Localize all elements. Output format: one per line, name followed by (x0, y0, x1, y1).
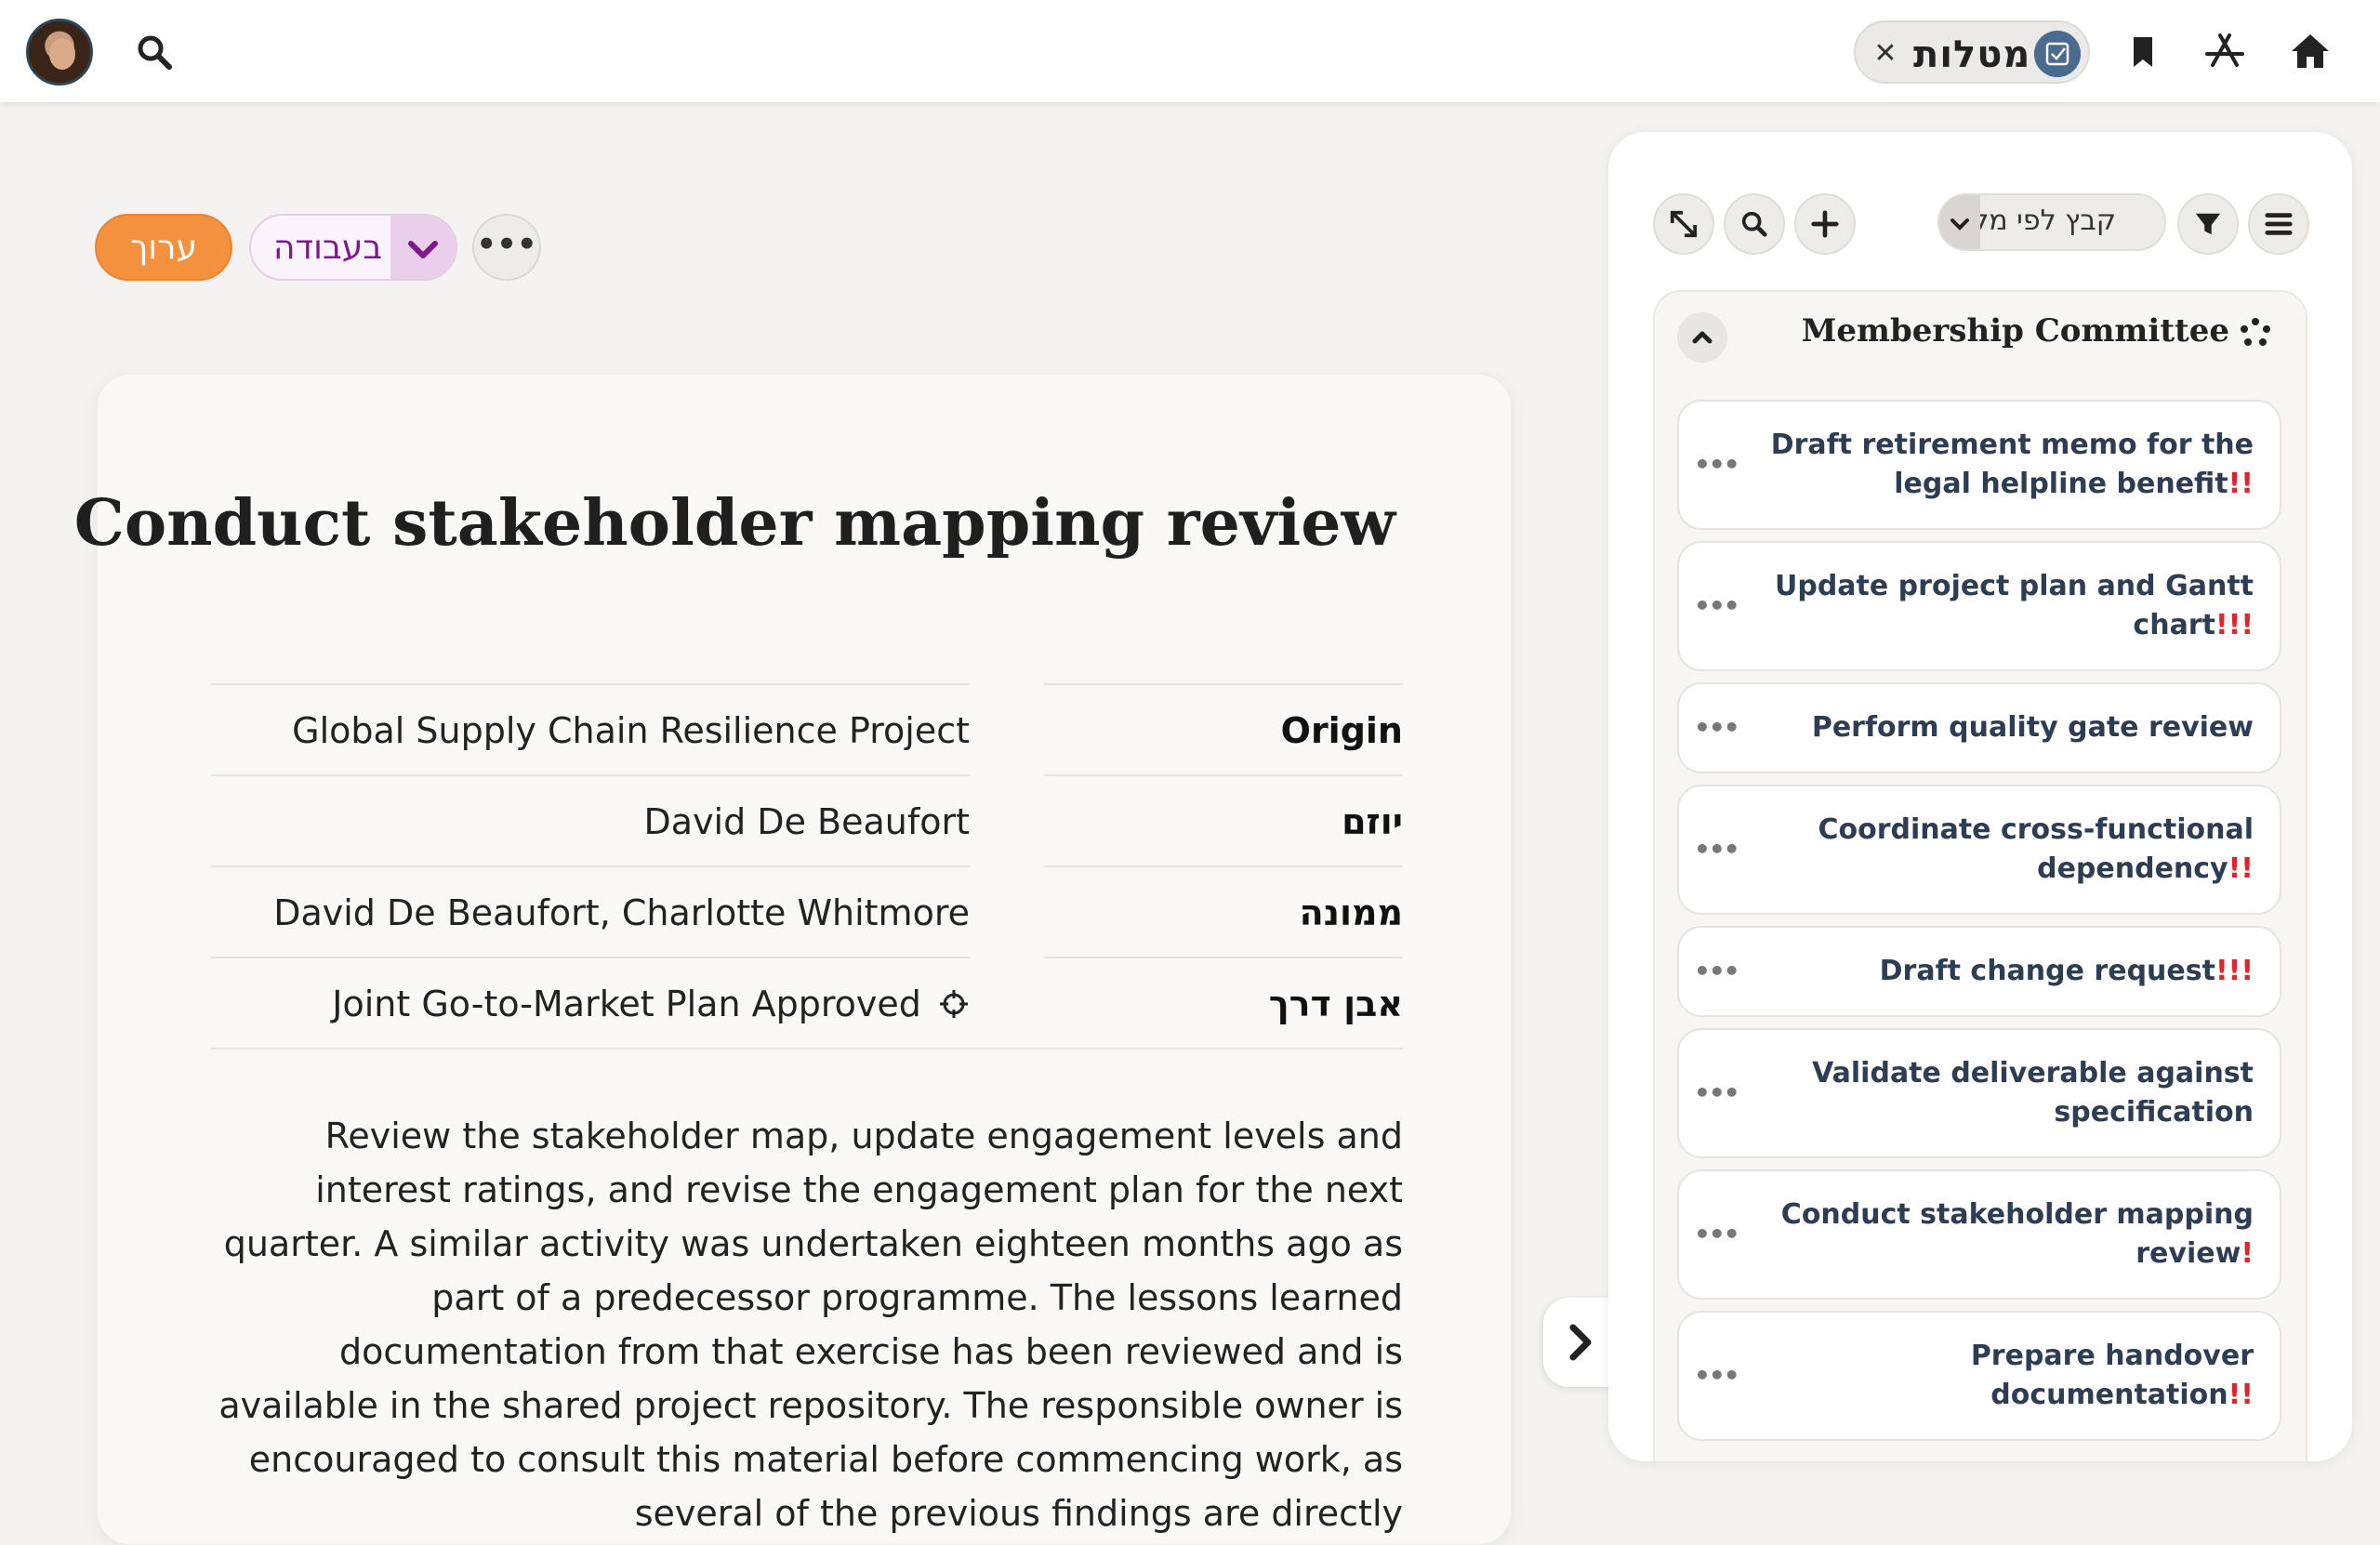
field-value[interactable]: David De Beaufort (211, 774, 970, 865)
more-icon[interactable]: ••• (1694, 1221, 1740, 1248)
more-icon[interactable]: ••• (1694, 1363, 1740, 1389)
plus-icon[interactable] (1794, 193, 1856, 255)
chevron-right-icon (1569, 1324, 1592, 1361)
checkbox-icon (2034, 31, 2081, 77)
more-icon[interactable]: ••• (1694, 958, 1740, 984)
task-list-item[interactable]: ••• Draft change request!!! (1677, 926, 2281, 1017)
task-item-title: Coordinate cross-functional dependency (1818, 813, 2254, 885)
field-value[interactable]: Global Supply Chain Resilience Project (211, 683, 970, 774)
chevron-up-icon[interactable] (1677, 312, 1727, 363)
task-description: Review the stakeholder map, update engag… (218, 1116, 1403, 1534)
task-list-item[interactable]: ••• Perform quality gate review (1677, 682, 2281, 773)
task-item-title: Conduct stakeholder mapping review (1780, 1198, 2254, 1270)
bookmark-icon[interactable] (2120, 28, 2166, 74)
home-icon[interactable] (2287, 28, 2334, 74)
field-value[interactable]: David De Beaufort, Charlotte Whitmore (211, 865, 970, 957)
task-item-title: Validate deliverable against specificati… (1812, 1057, 2254, 1129)
task-detail-card: Conduct stakeholder mapping review Globa… (74, 374, 1512, 1545)
task-item-title: Prepare handover documentation (1970, 1340, 2254, 1411)
field-label: אבן דרך (1044, 957, 1403, 1048)
task-group: Membership Committee ••• Draft retiremen… (1653, 290, 2307, 1461)
task-item-label: Coordinate cross-functional dependency!! (1752, 811, 2254, 889)
status-dropdown-toggle[interactable] (390, 216, 456, 279)
side-panel-toggle[interactable] (1543, 1298, 1618, 1387)
task-list-item[interactable]: ••• Update project plan and Gantt chart!… (1677, 541, 2281, 671)
task-list-item[interactable]: ••• Validate deliverable against specifi… (1677, 1028, 2281, 1158)
group-title: Membership Committee (1801, 312, 2229, 350)
task-item-label: Draft change request!!! (1752, 952, 2254, 991)
field-value[interactable]: Joint Go-to-Market Plan Approved (332, 984, 921, 1024)
task-list-item[interactable]: ••• Draft retirement memo for the legal … (1677, 400, 2281, 530)
tasks-chip-label: מטלות (1913, 33, 2031, 76)
chevron-down-icon (408, 241, 438, 258)
close-icon[interactable]: ✕ (1871, 39, 1900, 69)
expand-icon[interactable] (1653, 193, 1714, 255)
task-item-title: Draft retirement memo for the legal help… (1770, 429, 2254, 500)
field-label: Origin (1044, 683, 1403, 774)
field-row-milestone: Joint Go-to-Market Plan Approved אבן דרך (211, 957, 1403, 1048)
menu-icon[interactable] (2248, 193, 2309, 255)
status-value: בעבודה (273, 229, 383, 267)
target-icon (940, 990, 968, 1018)
status-dropdown[interactable]: בעבודה (249, 214, 457, 281)
filter-icon[interactable] (2177, 193, 2239, 255)
task-item-title: Perform quality gate review (1811, 711, 2254, 744)
appstore-icon[interactable] (2202, 28, 2248, 74)
priority-marker: !! (2228, 468, 2254, 500)
task-item-title: Draft change request (1879, 955, 2215, 987)
priority-marker: !! (2228, 852, 2254, 885)
task-item-label: Conduct stakeholder mapping review! (1752, 1195, 2254, 1274)
more-icon[interactable]: ••• (1694, 715, 1740, 741)
more-icon[interactable]: ••• (1694, 452, 1740, 478)
task-item-label: Validate deliverable against specificati… (1752, 1054, 2254, 1132)
more-icon[interactable]: ••• (1694, 593, 1740, 619)
divider (211, 1048, 1403, 1050)
more-icon[interactable]: ••• (1694, 837, 1740, 863)
task-list-item[interactable]: ••• Conduct stakeholder mapping review! (1677, 1169, 2281, 1300)
field-label: ממונה (1044, 865, 1403, 957)
task-item-label: Prepare handover documentation!! (1752, 1337, 2254, 1415)
more-actions-button[interactable]: ••• (472, 214, 541, 281)
task-list-panel: קבץ לפי מקור Membership Committee ••• Dr… (1608, 132, 2352, 1461)
priority-marker: ! (2241, 1237, 2254, 1270)
group-icon (2241, 318, 2270, 346)
field-row-assignee: David De Beaufort, Charlotte Whitmore ממ… (211, 865, 1403, 957)
search-icon[interactable] (1724, 193, 1785, 255)
chevron-down-icon (1939, 195, 1980, 249)
task-list-item[interactable]: ••• Coordinate cross-functional dependen… (1677, 785, 2281, 915)
milestone-value-cell[interactable]: Joint Go-to-Market Plan Approved (211, 957, 970, 1048)
priority-marker: !!! (2215, 955, 2254, 987)
field-row-initiator: David De Beaufort יוזם (211, 774, 1403, 865)
task-item-label: Perform quality gate review (1752, 708, 2254, 747)
more-icon[interactable]: ••• (1694, 1080, 1740, 1106)
field-label: יוזם (1044, 774, 1403, 865)
avatar[interactable] (26, 19, 93, 86)
priority-marker: !! (2228, 1379, 2254, 1411)
task-list-item[interactable]: ••• Prepare handover documentation!! (1677, 1311, 2281, 1441)
top-bar: ✕ מטלות (0, 0, 2380, 102)
task-title: Conduct stakeholder mapping review (73, 486, 1395, 561)
task-item-label: Draft retirement memo for the legal help… (1752, 426, 2254, 504)
field-row-origin: Global Supply Chain Resilience Project O… (211, 683, 1403, 774)
priority-marker: !!! (2215, 609, 2254, 641)
task-item-title: Update project plan and Gantt chart (1775, 570, 2254, 641)
search-icon[interactable] (136, 33, 173, 71)
group-by-select[interactable]: קבץ לפי מקור (1937, 193, 2166, 251)
tasks-filter-chip[interactable]: ✕ מטלות (1854, 20, 2090, 84)
edit-button[interactable]: ערוך (95, 214, 232, 281)
task-item-label: Update project plan and Gantt chart!!! (1752, 567, 2254, 645)
